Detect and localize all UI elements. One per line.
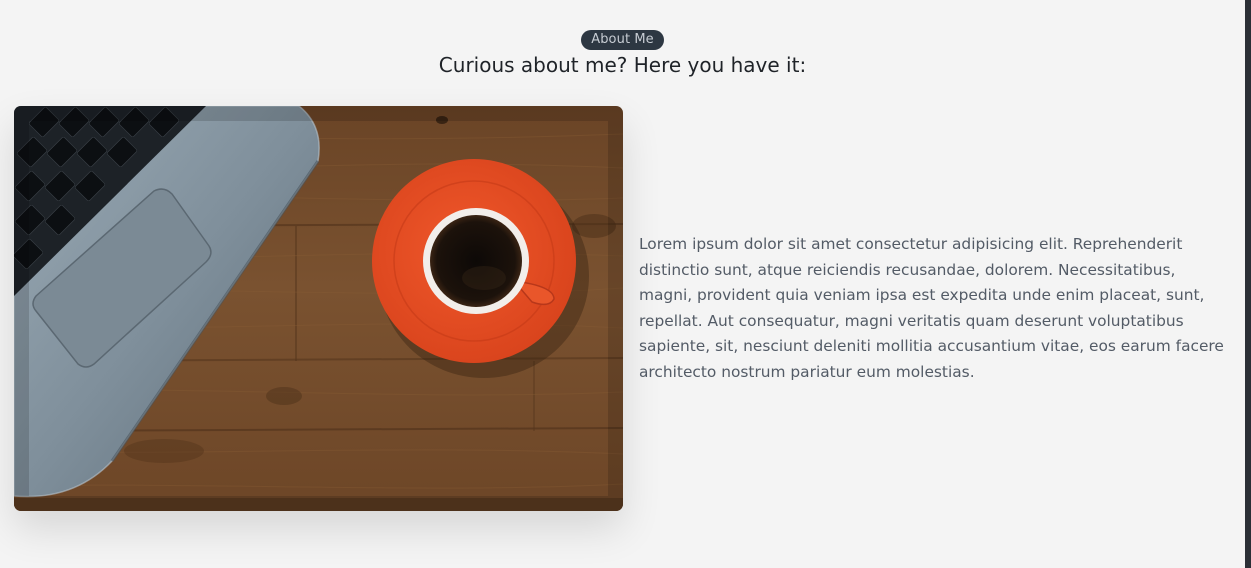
scrollbar-edge — [1245, 0, 1251, 568]
about-paragraph: Lorem ipsum dolor sit amet consectetur a… — [639, 235, 1224, 381]
desk-illustration — [14, 106, 623, 511]
about-photo — [14, 106, 623, 511]
section-heading: Curious about me? Here you have it: — [438, 53, 807, 77]
about-badge: About Me — [581, 30, 664, 50]
